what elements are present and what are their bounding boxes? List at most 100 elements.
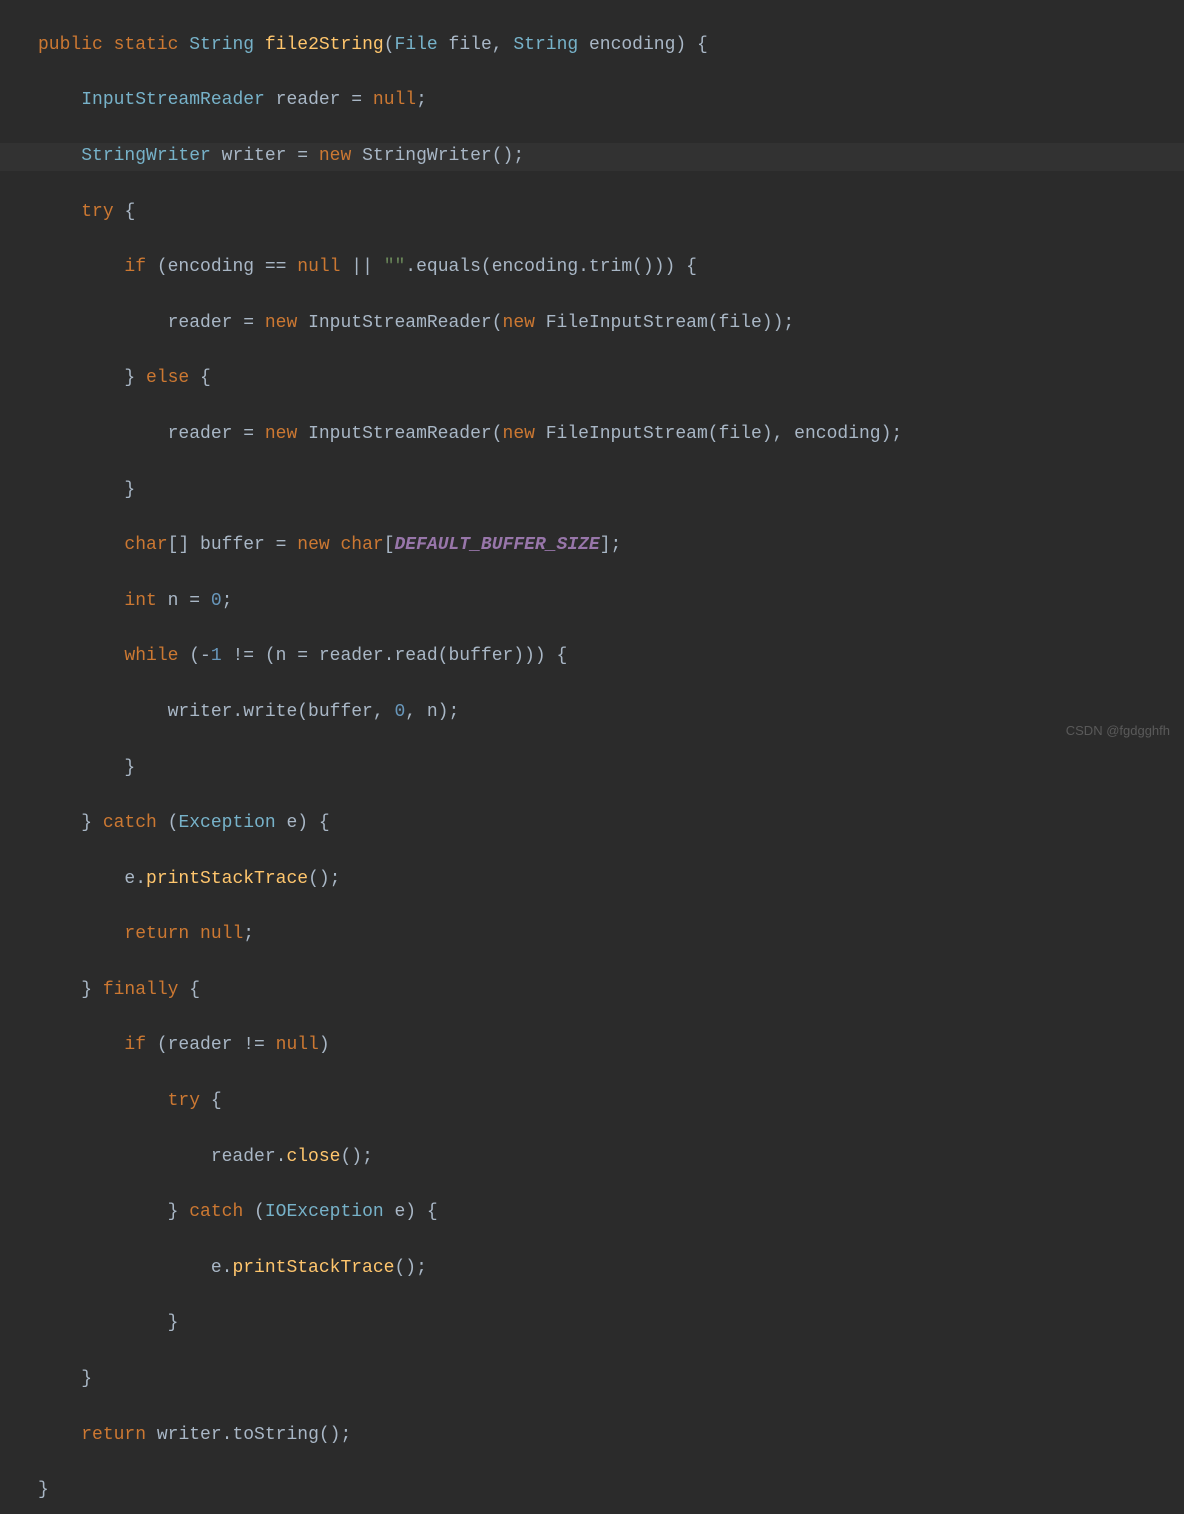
punc: } [168, 1202, 190, 1222]
code-line: InputStreamReader reader = null; [0, 87, 1184, 115]
keyword: int [124, 591, 167, 611]
text: (- [189, 646, 211, 666]
type: IOException [265, 1202, 384, 1222]
code-line: } [0, 755, 1184, 783]
text: writer.write(buffer, [168, 702, 395, 722]
code-line: if (reader != null) [0, 1032, 1184, 1060]
punc: ; [416, 90, 427, 110]
text: || [351, 257, 383, 277]
type: StringWriter [81, 146, 211, 166]
keyword: try [81, 202, 124, 222]
method: printStackTrace [232, 1258, 394, 1278]
number: 1 [211, 646, 233, 666]
code-line: reader = new InputStreamReader(new FileI… [0, 421, 1184, 449]
punc: ( [254, 1202, 265, 1222]
code-line: public static String file2String(File fi… [0, 32, 1184, 60]
text: (file)); [708, 313, 794, 333]
text: e. [211, 1258, 233, 1278]
punc: } [124, 368, 146, 388]
number: 0 [394, 702, 405, 722]
text: reader = [168, 424, 265, 444]
punc: { [189, 980, 200, 1000]
punc: ( [492, 313, 503, 333]
keyword: catch [189, 1202, 254, 1222]
code-block: public static String file2String(File fi… [0, 0, 1184, 1514]
punc: } [81, 813, 103, 833]
text: e) { [384, 1202, 438, 1222]
keyword: catch [103, 813, 168, 833]
params: (File file, String encoding) { [384, 35, 708, 55]
code-line: return writer.toString(); [0, 1422, 1184, 1450]
punc: } [124, 758, 135, 778]
punc: ( [492, 424, 503, 444]
keyword: new [319, 146, 362, 166]
punc: (); [308, 869, 340, 889]
method: close [286, 1147, 340, 1167]
type: InputStreamReader [308, 313, 492, 333]
constant: DEFAULT_BUFFER_SIZE [395, 535, 600, 555]
keyword: new char [297, 535, 383, 555]
keyword: if [124, 1035, 156, 1055]
keyword: new [265, 424, 308, 444]
keyword: return [81, 1425, 157, 1445]
keyword: new [265, 313, 308, 333]
code-line: e.printStackTrace(); [0, 1255, 1184, 1283]
punc: { [124, 202, 135, 222]
punc: [ [384, 535, 395, 555]
type: String [189, 35, 254, 55]
code-line: } else { [0, 365, 1184, 393]
punc: ( [168, 813, 179, 833]
type: FileInputStream [546, 424, 708, 444]
text: != (n = reader.read(buffer))) { [232, 646, 567, 666]
type: StringWriter [362, 146, 492, 166]
text: , n); [405, 702, 459, 722]
code-line: try { [0, 1088, 1184, 1116]
keyword: public static [38, 35, 178, 55]
string: "" [384, 257, 406, 277]
code-line: } catch (Exception e) { [0, 810, 1184, 838]
keyword: new [503, 424, 546, 444]
punc: { [200, 368, 211, 388]
text: writer.toString(); [157, 1425, 351, 1445]
keyword: char [124, 535, 167, 555]
punc: (); [340, 1147, 372, 1167]
method-name: file2String [265, 35, 384, 55]
text: .equals(encoding.trim())) { [405, 257, 697, 277]
keyword: null [297, 257, 351, 277]
code-line: if (encoding == null || "".equals(encodi… [0, 254, 1184, 282]
keyword: finally [103, 980, 189, 1000]
keyword: new [503, 313, 546, 333]
keyword: null [373, 90, 416, 110]
punc: (); [492, 146, 524, 166]
type: Exception [178, 813, 275, 833]
code-line: char[] buffer = new char[DEFAULT_BUFFER_… [0, 532, 1184, 560]
punc: (); [394, 1258, 426, 1278]
number: 0 [211, 591, 222, 611]
text: reader = [265, 90, 373, 110]
punc: ; [243, 924, 254, 944]
code-line: try { [0, 199, 1184, 227]
code-line: while (-1 != (n = reader.read(buffer))) … [0, 643, 1184, 671]
text: (encoding == [157, 257, 297, 277]
code-line: } finally { [0, 977, 1184, 1005]
punc: } [124, 480, 135, 500]
code-line: } [0, 1366, 1184, 1394]
code-line: int n = 0; [0, 588, 1184, 616]
code-line-highlighted: StringWriter writer = new StringWriter()… [0, 143, 1184, 171]
punc: } [81, 1369, 92, 1389]
watermark: CSDN @fgdgghfh [1066, 717, 1170, 745]
code-line: } [0, 477, 1184, 505]
text: [] buffer = [168, 535, 298, 555]
text: (file), encoding); [708, 424, 902, 444]
keyword: return null [124, 924, 243, 944]
keyword: try [168, 1091, 211, 1111]
punc: } [81, 980, 103, 1000]
code-line: reader.close(); [0, 1144, 1184, 1172]
punc: ; [222, 591, 233, 611]
keyword: else [146, 368, 200, 388]
keyword: while [124, 646, 189, 666]
code-line: writer.write(buffer, 0, n); [0, 699, 1184, 727]
punc: ]; [600, 535, 622, 555]
punc: ) [319, 1035, 330, 1055]
text: (reader != [157, 1035, 276, 1055]
